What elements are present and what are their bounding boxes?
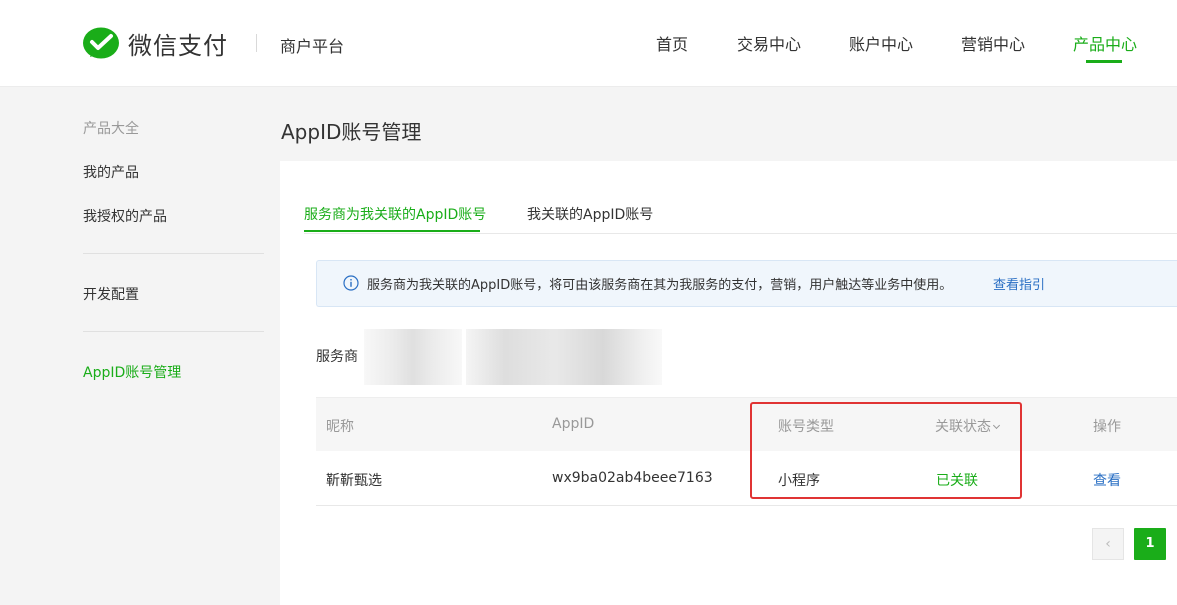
pagination-prev-button[interactable]: ‹ [1092, 528, 1124, 560]
cell-nickname: 靳靳甄选 [326, 473, 382, 489]
sidebar-item-authorized-products[interactable]: 我授权的产品 [83, 206, 167, 226]
redacted-provider-name [364, 329, 462, 385]
sidebar-section-title: 产品大全 [83, 121, 139, 137]
nav-active-indicator [1086, 60, 1122, 63]
service-provider-label: 服务商 [316, 349, 358, 365]
nav-marketing[interactable]: 营销中心 [961, 31, 1025, 55]
tab-active-indicator [304, 230, 480, 232]
sidebar-item-my-products[interactable]: 我的产品 [83, 162, 139, 182]
sidebar-item-dev-config[interactable]: 开发配置 [83, 284, 139, 304]
tab-provider-linked-appid[interactable]: 服务商为我关联的AppID账号 [304, 204, 486, 224]
nav-products[interactable]: 产品中心 [1073, 31, 1137, 55]
view-action-link[interactable]: 查看 [1093, 470, 1121, 490]
tab-bar-divider [304, 233, 1177, 234]
column-nickname: 昵称 [326, 419, 354, 435]
page-title: AppID账号管理 [281, 120, 422, 144]
table-header: 昵称 AppID 账号类型 关联状态 操作 [316, 397, 1177, 451]
column-appid: AppID [552, 416, 595, 432]
platform-name: 商户平台 [280, 37, 345, 56]
tab-my-linked-appid[interactable]: 我关联的AppID账号 [527, 204, 653, 224]
cell-appid: wx9ba02ab4beee7163 [552, 470, 713, 486]
view-guide-link[interactable]: 查看指引 [993, 274, 1045, 293]
content-panel: 服务商为我关联的AppID账号 我关联的AppID账号 服务商为我关联的AppI… [280, 161, 1177, 605]
notice-text: 服务商为我关联的AppID账号，将可由该服务商在其为我服务的支付，营销，用户触达… [367, 278, 953, 293]
wechat-pay-logo-icon [83, 27, 119, 58]
red-highlight-annotation [750, 402, 1022, 499]
logo-divider [256, 34, 257, 52]
sidebar-divider [83, 331, 264, 332]
nav-account[interactable]: 账户中心 [849, 31, 913, 55]
redacted-provider-name [466, 329, 662, 385]
wechat-pay-logo[interactable]: 微信支付 [82, 26, 228, 61]
info-circle-icon [343, 275, 359, 291]
sidebar-item-appid-management[interactable]: AppID账号管理 [83, 362, 181, 382]
brand-name: 微信支付 [128, 32, 228, 60]
column-actions: 操作 [1093, 419, 1121, 435]
nav-transactions[interactable]: 交易中心 [737, 31, 801, 55]
nav-home[interactable]: 首页 [656, 31, 688, 55]
pagination-page-1[interactable]: 1 [1134, 528, 1166, 560]
info-notice: 服务商为我关联的AppID账号，将可由该服务商在其为我服务的支付，营销，用户触达… [316, 260, 1177, 307]
sidebar-divider [83, 253, 264, 254]
table-row: 靳靳甄选 wx9ba02ab4beee7163 小程序 已关联 查看 [316, 451, 1177, 506]
top-header: 微信支付 商户平台 首页 交易中心 账户中心 营销中心 产品中心 [0, 0, 1177, 87]
